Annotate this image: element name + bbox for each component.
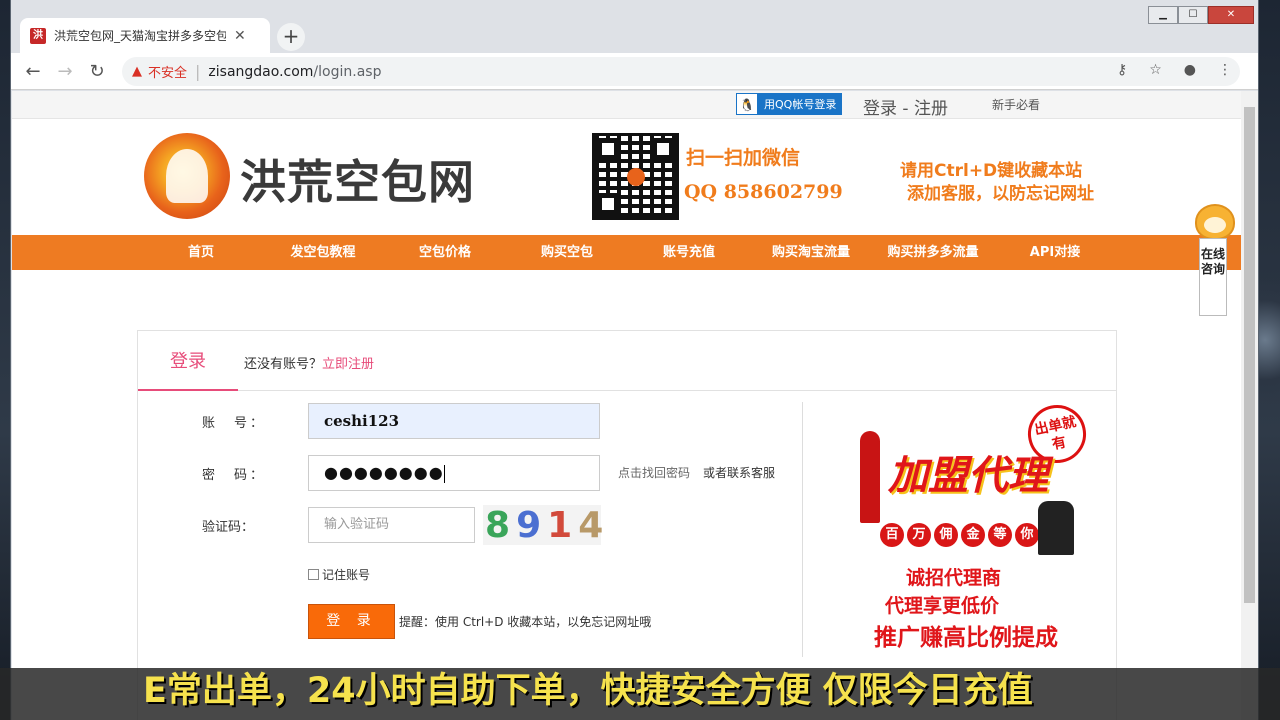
- password-label: 密 码：: [202, 468, 267, 483]
- captcha-digit: 4: [578, 504, 604, 546]
- password-input[interactable]: ●●●●●●●●: [308, 455, 600, 491]
- promo-bubble: 你: [1015, 523, 1039, 547]
- video-subtitle: E常出单，24小时自助下单，快捷安全方便 仅限今日充值: [143, 671, 1033, 711]
- account-icon[interactable]: ●: [1184, 62, 1196, 78]
- site-favicon: 洪: [30, 27, 46, 44]
- tab-strip: 洪 洪荒空包网_天猫淘宝拼多多空包 ✕ + ▁ ☐ ✕: [11, 0, 1258, 53]
- bookmark-hint-line1: 请用Ctrl+D键收藏本站: [900, 161, 1083, 181]
- bookmark-tip: 提醒：使用 Ctrl+D 收藏本站，以免忘记网址哦: [399, 615, 652, 629]
- captcha-input[interactable]: 输入验证码: [308, 507, 475, 543]
- promo-bubbles: 百 万 佣 金 等 你: [880, 523, 1039, 547]
- menu-icon[interactable]: ⋮: [1218, 62, 1232, 78]
- scan-text: 扫一扫加微信: [686, 147, 801, 169]
- omnibox-actions: ⚷ ☆ ● ⋮: [1117, 62, 1232, 78]
- online-consult-widget[interactable]: 在线咨询: [1195, 204, 1235, 316]
- site-topbar: 🐧 用QQ帐号登录 登录 - 注册 新手必看: [12, 91, 1241, 119]
- login-submit-button[interactable]: 登 录: [308, 604, 395, 639]
- promo-bubble: 等: [988, 523, 1012, 547]
- promo-bubble: 佣: [934, 523, 958, 547]
- star-icon[interactable]: ☆: [1149, 62, 1162, 78]
- captcha-digit: 9: [516, 504, 542, 546]
- nav-recharge[interactable]: 账号充值: [628, 235, 750, 270]
- url-domain: zisangdao.com: [208, 63, 314, 80]
- maximize-button[interactable]: ☐: [1178, 6, 1208, 24]
- agent-promo-banner[interactable]: 出单就有 加盟代理 百 万 佣 金 等 你 诚招代理商 代理享更低价 推广赚高比…: [838, 399, 1098, 653]
- window-controls: ▁ ☐ ✕: [1148, 6, 1254, 24]
- browser-toolbar: ← → ↻ ▲ 不安全 | zisangdao.com /login.asp ⚷…: [11, 53, 1258, 90]
- nav-buy-package[interactable]: 购买空包: [506, 235, 628, 270]
- minimize-button[interactable]: ▁: [1148, 6, 1178, 24]
- promo-bubble: 万: [907, 523, 931, 547]
- bookmark-hint-line2: 添加客服，以防忘记网址: [907, 184, 1094, 204]
- captcha-digit: 1: [547, 504, 573, 546]
- phoenix-logo-icon: [144, 133, 230, 219]
- forward-arrow-icon[interactable]: →: [49, 61, 81, 82]
- no-account-prompt: 还没有账号？立即注册: [244, 353, 374, 372]
- promo-line1: 诚招代理商: [906, 567, 1002, 589]
- reload-icon[interactable]: ↻: [81, 61, 113, 82]
- site-logo-text[interactable]: 洪荒空包网: [240, 146, 475, 212]
- account-input[interactable]: ceshi123: [308, 403, 600, 439]
- nav-home[interactable]: 首页: [140, 235, 262, 270]
- consult-label: 在线咨询: [1199, 238, 1227, 316]
- captcha-digit: 8: [485, 504, 511, 546]
- login-register-link[interactable]: 登录 - 注册: [863, 94, 948, 119]
- contact-support-link[interactable]: 或者联系客服: [703, 464, 775, 481]
- insecure-label: 不安全: [148, 66, 188, 81]
- promo-line2: 代理享更低价: [885, 595, 1000, 617]
- remember-account[interactable]: 记住账号: [308, 566, 370, 583]
- tab-title: 洪荒空包网_天猫淘宝拼多多空包: [54, 29, 226, 43]
- forgot-password-link[interactable]: 点击找回密码: [618, 464, 690, 481]
- back-arrow-icon[interactable]: ←: [17, 61, 49, 82]
- panel-divider: [802, 402, 803, 657]
- no-account-text: 还没有账号？: [244, 357, 323, 372]
- wechat-qr-code: [592, 133, 679, 220]
- running-man-icon: [860, 431, 880, 523]
- page-viewport: 🐧 用QQ帐号登录 登录 - 注册 新手必看 洪荒空包网 扫一扫加微信 QQ 8…: [12, 91, 1241, 720]
- qq-login-button[interactable]: 🐧 用QQ帐号登录: [736, 93, 843, 115]
- remember-label: 记住账号: [322, 568, 371, 582]
- promo-line3: 推广赚高比例提成: [874, 625, 1058, 651]
- warning-icon: ▲: [132, 64, 142, 79]
- remember-checkbox[interactable]: [308, 569, 319, 580]
- captcha-image[interactable]: 8 9 1 4: [483, 504, 604, 546]
- password-mask: ●●●●●●●●: [324, 463, 444, 482]
- account-label: 账 号：: [202, 416, 267, 431]
- promo-bubble: 金: [961, 523, 985, 547]
- nav-api[interactable]: API对接: [994, 235, 1116, 270]
- nav-taobao-traffic[interactable]: 购买淘宝流量: [750, 235, 872, 270]
- close-window-button[interactable]: ✕: [1208, 6, 1254, 24]
- page-scrollbar[interactable]: [1241, 91, 1258, 720]
- new-tab-button[interactable]: +: [277, 23, 305, 51]
- browser-tab[interactable]: 洪 洪荒空包网_天猫淘宝拼多多空包 ✕: [20, 18, 270, 53]
- url-path: /login.asp: [313, 63, 382, 80]
- nav-pdd-traffic[interactable]: 购买拼多多流量: [872, 235, 994, 270]
- close-tab-icon[interactable]: ✕: [234, 28, 246, 44]
- newbie-guide-link[interactable]: 新手必看: [992, 96, 1040, 113]
- qq-number: QQ 858602799: [684, 181, 843, 203]
- tab-login[interactable]: 登录: [138, 331, 238, 391]
- separator: |: [195, 62, 201, 81]
- register-link[interactable]: 立即注册: [322, 357, 374, 372]
- promo-headline: 加盟代理: [888, 453, 1048, 499]
- captcha-label: 验证码：: [202, 520, 255, 535]
- address-bar[interactable]: ▲ 不安全 | zisangdao.com /login.asp ⚷ ☆ ● ⋮: [122, 57, 1240, 86]
- scrollbar-thumb[interactable]: [1244, 107, 1255, 603]
- browser-window: 洪 洪荒空包网_天猫淘宝拼多多空包 ✕ + ▁ ☐ ✕ ← → ↻ ▲ 不安全 …: [11, 0, 1258, 720]
- handshake-icon: [1038, 501, 1074, 555]
- qq-penguin-icon: 🐧: [736, 93, 758, 115]
- consult-mascot-icon: [1195, 204, 1235, 240]
- qq-login-label: 用QQ帐号登录: [764, 98, 837, 111]
- promo-bubble: 百: [880, 523, 904, 547]
- nav-pricing[interactable]: 空包价格: [384, 235, 506, 270]
- login-panel-header: 登录 还没有账号？立即注册: [138, 331, 1116, 391]
- main-navigation: 首页 发空包教程 空包价格 购买空包 账号充值 购买淘宝流量 购买拼多多流量 A…: [12, 235, 1241, 270]
- nav-tutorial[interactable]: 发空包教程: [262, 235, 384, 270]
- key-icon[interactable]: ⚷: [1117, 62, 1127, 78]
